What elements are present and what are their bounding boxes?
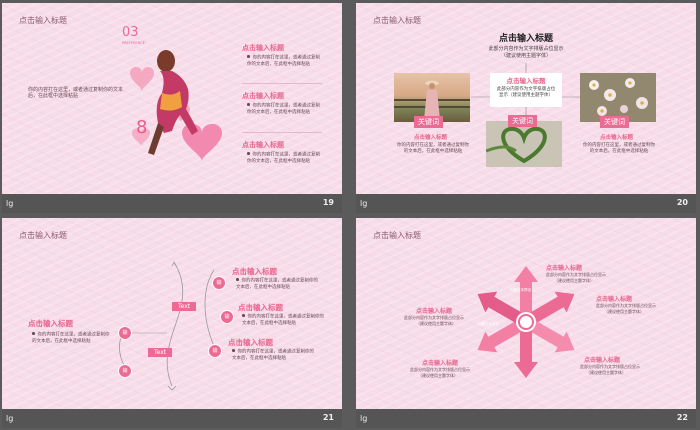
item-1-body2: （建议使用主题字体） [554, 278, 594, 283]
footer-logo: lg [6, 199, 14, 208]
caption-right-heading: 点击输入标题 [600, 135, 634, 141]
keyword-right: 关键词 [600, 116, 629, 128]
right-2-heading: 点击输入标题 [238, 303, 283, 312]
keyword-center: 关键词 [508, 115, 537, 127]
item-5-body2: （建议使用主题字体） [418, 373, 458, 378]
tag-text-2: Text [148, 348, 173, 357]
svg-text:8: 8 [136, 117, 147, 138]
right-1-heading: 点击输入标题 [232, 267, 277, 276]
item-3-heading: 点击输入标题 [416, 308, 453, 315]
photo-girl [394, 73, 470, 122]
slide-footer: lg 21 [2, 409, 342, 428]
left-heading: 点击输入标题 [28, 319, 73, 328]
right-3-body: 你的内容打在这里，或者通过复制你的文本后，在此框中选择粘贴 [232, 349, 314, 361]
slide-footer: lg 19 [2, 194, 342, 213]
block-1-heading: 点击输入标题 [242, 44, 284, 52]
footer-logo: lg [6, 414, 14, 423]
slide-21[interactable]: 点击输入标题 点击输入标题 你的内容打在这里，或者通过复制你的文本后，在此框中选… [2, 218, 342, 409]
block-2-body: 你的内容打在这里，或者通过复制你的文本后，在此框中选择粘贴 [247, 103, 320, 115]
tag-text-1: Text [172, 302, 197, 311]
item-2-heading: 点击输入标题 [596, 296, 633, 303]
circle-marker-right-3: 输 [208, 344, 222, 358]
slide-footer: lg 22 [356, 409, 696, 428]
block-2-heading: 点击输入标题 [242, 92, 284, 100]
photo-flowers [580, 73, 656, 122]
right-1-body: 你的内容打在这里，或者通过复制你的文本后，在此框中选择粘贴 [236, 278, 318, 290]
middle-box: 点击输入标题 此部分内容作为文字排版占位显示（建议使用主题字体） [490, 73, 562, 107]
item-4-heading: 点击输入标题 [584, 357, 621, 364]
slide-title: 点击输入标题 [19, 16, 67, 25]
footer-logo: lg [360, 414, 368, 423]
slide-number: 20 [676, 198, 688, 207]
caption-right-body: 你的内容打在这里，或者通过复制你的文本后，在此框中选择粘贴 [583, 143, 655, 154]
block-3-body: 你的内容打在这里，或者通过复制你的文本后，在此框中选择粘贴 [247, 152, 320, 164]
item-5-heading: 点击输入标题 [422, 360, 459, 367]
right-3-heading: 点击输入标题 [228, 338, 273, 347]
right-2-body: 你的内容打在这里，或者通过复制你的文本后，在此框中选择粘贴 [242, 314, 324, 326]
item-1-heading: 点击输入标题 [546, 265, 583, 272]
slide-22[interactable]: 点击输入标题 标题文本预设 标题文本预设 点击输入标题 此部分内容作为文字排版占… [356, 218, 696, 409]
block-3-heading: 点击输入标题 [242, 141, 284, 149]
middle-box-heading: 点击输入标题 [506, 77, 546, 85]
circle-marker-right-2: 输 [220, 310, 234, 324]
circle-marker-left-2: 输 [118, 364, 132, 378]
item-4-body2: （建议使用主题字体） [586, 370, 626, 375]
arrow-label: 标题文本预设 [478, 322, 499, 326]
middle-box-text: 此部分内容作为文字排版占位显示（建议使用主题字体） [496, 87, 556, 98]
caption-left-heading: 点击输入标题 [414, 135, 448, 141]
circle-marker-right-1: 输 [212, 276, 226, 290]
footer-logo: lg [360, 199, 368, 208]
slide-number: 21 [322, 413, 334, 422]
circle-marker-left-1: 输 [118, 326, 132, 340]
slide-footer: lg 20 [356, 194, 696, 213]
keyword-left: 关键词 [414, 116, 443, 128]
caption-left-body: 你的内容打在这里，或者通过复制你的文本后，在此框中选择粘贴 [397, 143, 469, 154]
block-1-body: 你的内容打在这里，或者通过复制你的文本后，在此框中选择粘贴 [247, 55, 320, 67]
photo-ivy-heart [486, 121, 562, 167]
item-3-body2: （建议使用主题字体） [416, 321, 456, 326]
slide-number: 19 [322, 198, 334, 207]
arrow-label: 标题文本预设 [510, 288, 531, 292]
item-2-body2: （建议使用主题字体） [604, 309, 644, 314]
divider [242, 83, 322, 84]
divider [242, 132, 322, 133]
slide-number: 22 [676, 413, 688, 422]
badge-number: 03 [122, 25, 139, 40]
slide-19[interactable]: 点击输入标题 03 PREFERENCE 你的内容打在这里，或者通过复制你的文本… [2, 3, 342, 194]
woman-illustration: 8 [130, 50, 222, 161]
left-body: 你的内容打在这里，或者通过复制你的文本后，在此框中选择粘贴 [32, 332, 110, 344]
slide-20[interactable]: 点击输入标题 点击输入标题 此部分内容作为文字排版占位显示 （建议使用主题字体） [356, 3, 696, 194]
slide-title: 点击输入标题 [373, 231, 421, 240]
